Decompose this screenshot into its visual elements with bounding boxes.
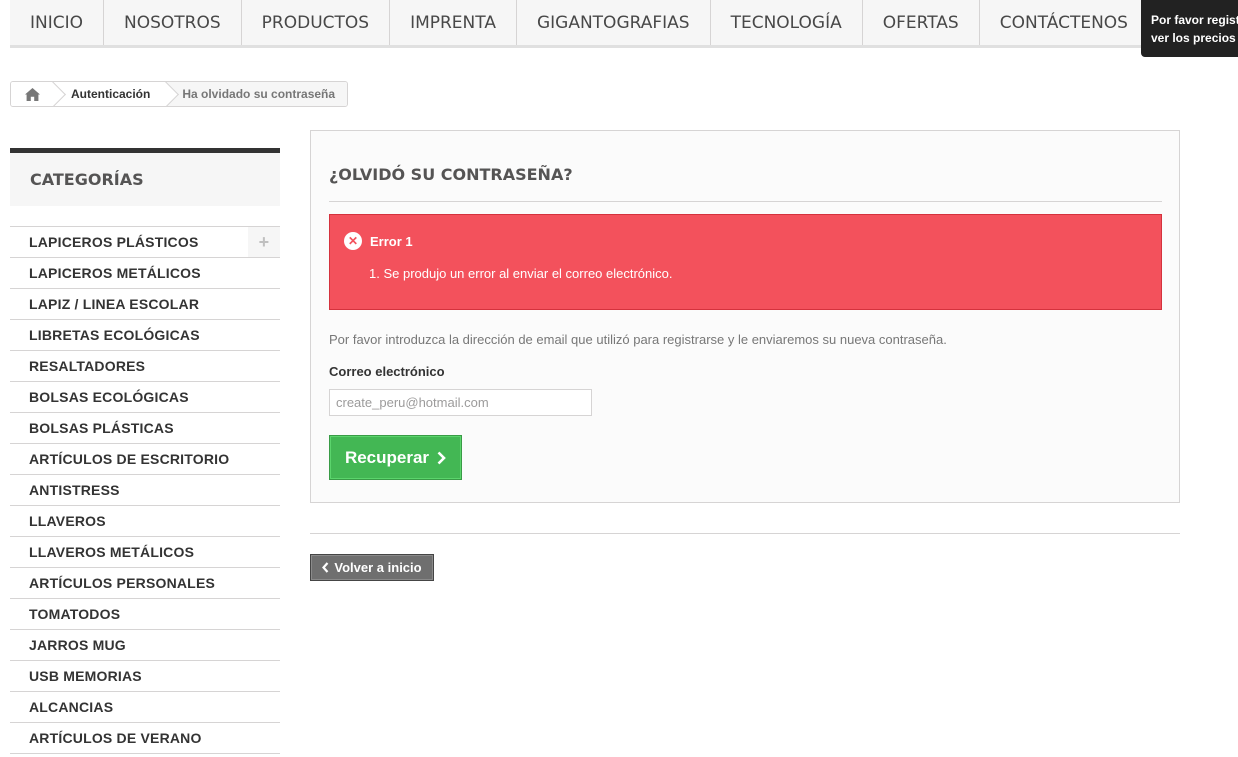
category-label: USB MEMORIAS xyxy=(29,668,142,684)
category-label: ANTISTRESS xyxy=(29,482,120,498)
category-item[interactable]: LIBRETAS ECOLÓGICAS xyxy=(10,320,280,351)
category-label: LLAVEROS xyxy=(29,513,106,529)
category-item[interactable]: USB MEMORIAS xyxy=(10,661,280,692)
chevron-left-icon xyxy=(322,562,329,573)
category-item[interactable]: LAPICEROS METÁLICOS xyxy=(10,258,280,289)
category-item[interactable]: ARTÍCULOS DE VERANO xyxy=(10,723,280,754)
category-item[interactable]: RESALTADORES xyxy=(10,351,280,382)
footer-divider xyxy=(310,533,1180,534)
menu-item-gigantografias[interactable]: GIGANTOGRAFIAS xyxy=(517,0,711,45)
menu-item-contactenos[interactable]: CONTÁCTENOS xyxy=(980,0,1149,45)
category-item[interactable]: ARTÍCULOS PERSONALES xyxy=(10,568,280,599)
error-alert: ✕ Error 1 1. Se produjo un error al envi… xyxy=(329,214,1162,310)
menu-item-ofertas[interactable]: OFERTAS xyxy=(863,0,980,45)
back-home-label: Volver a inicio xyxy=(334,560,422,575)
home-icon xyxy=(24,87,40,101)
category-item[interactable]: LAPIZ / LINEA ESCOLAR xyxy=(10,289,280,320)
instructions-text: Por favor introduzca la dirección de ema… xyxy=(329,332,947,347)
categories-title: CATEGORÍAS xyxy=(10,148,280,206)
category-item[interactable]: ARTÍCULOS DE ESCRITORIO xyxy=(10,444,280,475)
category-label: LAPIZ / LINEA ESCOLAR xyxy=(29,296,200,312)
breadcrumb-home[interactable] xyxy=(11,82,53,106)
error-close-icon: ✕ xyxy=(344,232,362,250)
error-title: ✕ Error 1 xyxy=(344,232,413,250)
category-label: LIBRETAS ECOLÓGICAS xyxy=(29,327,200,343)
menu-item-inicio[interactable]: INICIO xyxy=(10,0,105,45)
expand-plus-icon[interactable]: + xyxy=(248,227,280,257)
email-field[interactable] xyxy=(329,389,592,416)
category-label: ARTÍCULOS DE VERANO xyxy=(29,730,202,746)
category-label: JARROS MUG xyxy=(29,637,126,653)
category-label: ALCANCIAS xyxy=(29,699,114,715)
breadcrumb-current: Ha olvidado su contraseña xyxy=(166,82,348,106)
tooltip-line-1: Por favor registr xyxy=(1151,13,1238,27)
category-label: BOLSAS ECOLÓGICAS xyxy=(29,389,189,405)
category-item[interactable]: ANTISTRESS xyxy=(10,475,280,506)
category-label: ARTÍCULOS PERSONALES xyxy=(29,575,216,591)
category-item[interactable]: JARROS MUG xyxy=(10,630,280,661)
breadcrumb: Autenticación Ha olvidado su contraseña xyxy=(10,81,349,107)
forgot-password-box: ¿OLVIDÓ SU CONTRASEÑA? ✕ Error 1 1. Se p… xyxy=(310,130,1180,503)
top-menu: INICIO NOSOTROS PRODUCTOS IMPRENTA GIGAN… xyxy=(10,0,1238,48)
error-message: 1. Se produjo un error al enviar el corr… xyxy=(369,266,673,281)
category-label: RESALTADORES xyxy=(29,358,146,374)
tooltip-line-2: ver los precios xyxy=(1151,31,1236,45)
email-label: Correo electrónico xyxy=(329,364,445,379)
price-login-tooltip: Por favor registr ver los precios xyxy=(1141,0,1238,57)
chevron-right-icon xyxy=(437,451,446,464)
error-title-text: Error 1 xyxy=(370,233,413,249)
menu-item-nosotros[interactable]: NOSOTROS xyxy=(104,0,242,45)
category-item[interactable]: TOMATODOS xyxy=(10,599,280,630)
category-label: BOLSAS PLÁSTICAS xyxy=(29,420,174,436)
category-item[interactable]: LAPICEROS PLÁSTICOS + xyxy=(10,227,280,258)
category-label: LAPICEROS PLÁSTICOS xyxy=(29,234,199,250)
page-title: ¿OLVIDÓ SU CONTRASEÑA? xyxy=(329,165,573,184)
category-label: LLAVEROS METÁLICOS xyxy=(29,544,195,560)
menu-item-tecnologia[interactable]: TECNOLOGÍA xyxy=(711,0,863,45)
category-label: ARTÍCULOS DE ESCRITORIO xyxy=(29,451,230,467)
categories-list: LAPICEROS PLÁSTICOS + LAPICEROS METÁLICOS… xyxy=(10,226,280,754)
recover-button-label: Recuperar xyxy=(344,447,430,467)
category-item[interactable]: LLAVEROS METÁLICOS xyxy=(10,537,280,568)
menu-item-productos[interactable]: PRODUCTOS xyxy=(242,0,391,45)
category-label: TOMATODOS xyxy=(29,606,121,622)
breadcrumb-authentication[interactable]: Autenticación xyxy=(53,82,167,106)
category-item[interactable]: ALCANCIAS xyxy=(10,692,280,723)
back-home-button[interactable]: Volver a inicio xyxy=(310,554,434,581)
title-divider xyxy=(329,201,1162,202)
menu-item-imprenta[interactable]: IMPRENTA xyxy=(390,0,517,45)
category-label: LAPICEROS METÁLICOS xyxy=(29,265,201,281)
category-item[interactable]: BOLSAS PLÁSTICAS xyxy=(10,413,280,444)
recover-button[interactable]: Recuperar xyxy=(329,435,462,480)
category-item[interactable]: BOLSAS ECOLÓGICAS xyxy=(10,382,280,413)
category-item[interactable]: LLAVEROS xyxy=(10,506,280,537)
